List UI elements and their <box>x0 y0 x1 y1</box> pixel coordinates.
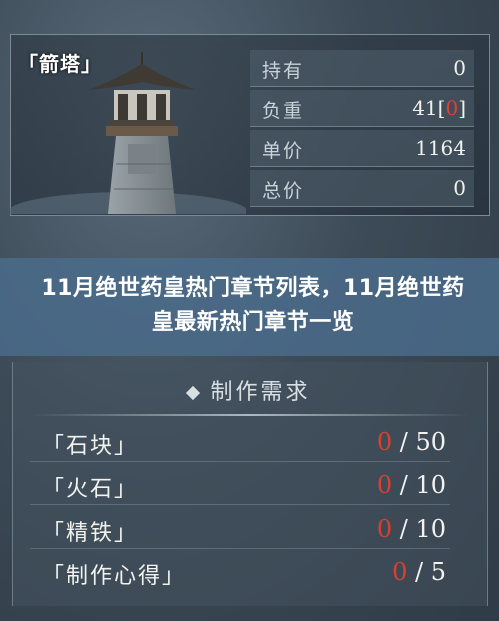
requirement-row: 「精铁」 0 / 10 <box>12 507 486 547</box>
stat-label: 总价 <box>262 180 305 202</box>
weight-extra-value: 0 <box>445 96 459 120</box>
need-count: 10 <box>415 471 446 499</box>
diamond-icon <box>186 385 201 401</box>
stat-label: 持有 <box>262 60 305 82</box>
row-divider <box>30 504 450 505</box>
weight-value: 41 <box>412 96 438 120</box>
requirements-title: 制作需求 <box>210 380 311 405</box>
material-amount: 0 / 10 <box>376 515 446 543</box>
stat-row-unit-price: 单价 1164 <box>250 130 474 167</box>
tower-name: 「箭塔」 <box>18 52 102 76</box>
material-name: 「精铁」 <box>42 521 139 546</box>
stat-row-holding: 持有 0 <box>250 50 474 87</box>
material-amount: 0 / 50 <box>376 428 446 456</box>
weight-bracket-close: ] <box>458 96 466 120</box>
stat-label: 单价 <box>262 140 305 162</box>
have-count: 0 <box>392 558 408 586</box>
have-count: 0 <box>376 515 393 543</box>
stat-value: 41[0] <box>412 96 466 120</box>
requirement-row: 「制作心得」 0 / 5 <box>12 550 486 590</box>
need-count: 10 <box>415 515 446 543</box>
material-amount: 0 / 5 <box>392 558 446 586</box>
need-count: 5 <box>430 558 446 586</box>
stat-value: 1164 <box>415 136 466 160</box>
have-count: 0 <box>376 471 393 499</box>
requirements-heading: 制作需求 <box>0 374 499 406</box>
material-amount: 0 / 10 <box>376 471 446 499</box>
stat-label: 负重 <box>262 100 305 122</box>
stats-table: 持有 0 负重 41[0] 单价 1164 总价 0 <box>250 44 474 207</box>
material-name: 「火石」 <box>42 477 139 502</box>
banner-title: 11月绝世药皇热门章节列表，11月绝世药皇最新热门章节一览 <box>41 276 465 335</box>
stat-row-weight: 负重 41[0] <box>250 90 474 127</box>
have-count: 0 <box>376 428 393 456</box>
requirement-row: 「火石」 0 / 10 <box>12 463 486 503</box>
row-divider <box>30 461 450 462</box>
material-name: 「制作心得」 <box>42 564 187 589</box>
row-divider <box>30 548 450 549</box>
stat-row-total-price: 总价 0 <box>250 170 474 207</box>
divider <box>30 414 470 416</box>
requirement-row: 「石块」 0 / 50 <box>12 420 486 460</box>
stat-value: 0 <box>453 56 466 80</box>
stat-value: 0 <box>453 176 466 200</box>
need-count: 50 <box>415 428 446 456</box>
material-name: 「石块」 <box>42 434 139 459</box>
